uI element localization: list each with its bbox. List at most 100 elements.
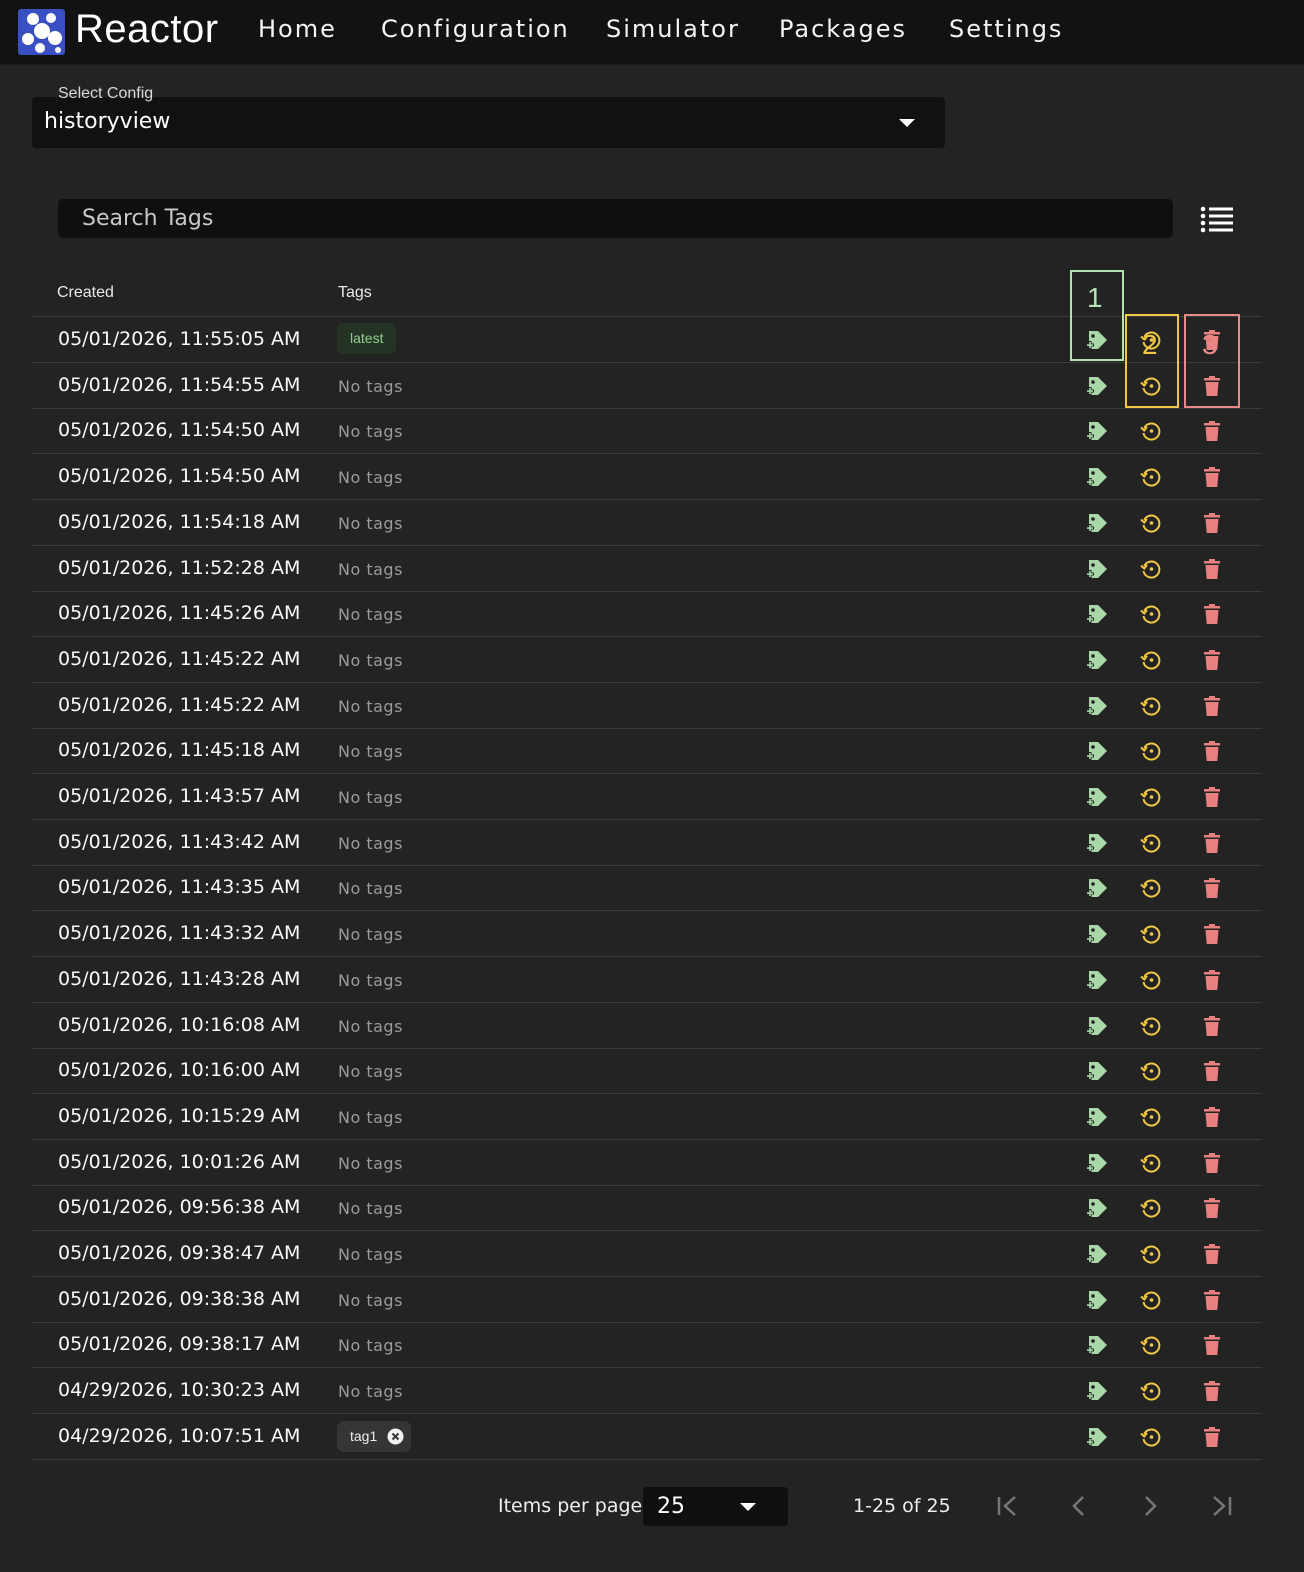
delete-icon[interactable] — [1200, 694, 1224, 718]
config-select[interactable]: Select Config historyview — [32, 85, 945, 148]
search-tags-field[interactable] — [58, 199, 1173, 238]
restore-icon[interactable] — [1139, 694, 1163, 718]
delete-icon[interactable] — [1200, 1425, 1224, 1449]
created-date: 05/01/2026, 10:16:08 AM — [58, 1013, 301, 1036]
restore-icon[interactable] — [1139, 1242, 1163, 1266]
add-tag-icon[interactable] — [1085, 1196, 1109, 1220]
delete-icon[interactable] — [1200, 419, 1224, 443]
created-date: 05/01/2026, 11:43:32 AM — [58, 922, 301, 945]
restore-icon[interactable] — [1139, 419, 1163, 443]
delete-icon[interactable] — [1200, 1151, 1224, 1175]
nav-settings[interactable]: Settings — [949, 15, 1063, 43]
delete-icon[interactable] — [1200, 1379, 1224, 1403]
remove-tag-icon[interactable] — [387, 1428, 404, 1445]
no-tags-text: No tags — [338, 1199, 403, 1219]
tag-chip[interactable]: tag1 — [337, 1420, 411, 1452]
delete-icon[interactable] — [1200, 876, 1224, 900]
delete-icon[interactable] — [1200, 1014, 1224, 1038]
delete-icon[interactable] — [1200, 1105, 1224, 1129]
tag-chip-latest[interactable]: latest — [337, 323, 397, 354]
delete-icon[interactable] — [1200, 557, 1224, 581]
add-tag-icon[interactable] — [1085, 1151, 1109, 1175]
delete-icon[interactable] — [1200, 1196, 1224, 1220]
nav-packages[interactable]: Packages — [779, 15, 907, 43]
add-tag-icon[interactable] — [1085, 785, 1109, 809]
nav-home[interactable]: Home — [258, 15, 337, 43]
restore-icon[interactable] — [1139, 602, 1163, 626]
restore-icon[interactable] — [1139, 1014, 1163, 1038]
add-tag-icon[interactable] — [1085, 968, 1109, 992]
add-tag-icon[interactable] — [1085, 557, 1109, 581]
restore-icon[interactable] — [1139, 1151, 1163, 1175]
add-tag-icon[interactable] — [1085, 511, 1109, 535]
highlight-label-1: 1 — [1087, 282, 1103, 313]
add-tag-icon[interactable] — [1085, 922, 1109, 946]
next-page-icon[interactable] — [1135, 1491, 1165, 1521]
restore-icon[interactable] — [1139, 1105, 1163, 1129]
reactor-logo-icon[interactable] — [18, 9, 65, 55]
delete-icon[interactable] — [1200, 968, 1224, 992]
add-tag-icon[interactable] — [1085, 694, 1109, 718]
restore-icon[interactable] — [1139, 1196, 1163, 1220]
delete-icon[interactable] — [1200, 785, 1224, 809]
delete-icon[interactable] — [1200, 465, 1224, 489]
first-page-icon[interactable] — [993, 1491, 1023, 1521]
add-tag-icon[interactable] — [1085, 739, 1109, 763]
add-tag-icon[interactable] — [1085, 465, 1109, 489]
delete-icon[interactable] — [1200, 602, 1224, 626]
add-tag-icon[interactable] — [1085, 648, 1109, 672]
delete-icon[interactable] — [1200, 739, 1224, 763]
search-tags-input[interactable] — [58, 199, 1173, 238]
restore-icon[interactable] — [1139, 1059, 1163, 1083]
restore-icon[interactable] — [1139, 739, 1163, 763]
no-tags-text: No tags — [338, 788, 403, 807]
restore-icon[interactable] — [1139, 511, 1163, 535]
add-tag-icon[interactable] — [1085, 1288, 1109, 1312]
previous-page-icon[interactable] — [1064, 1491, 1094, 1521]
delete-icon[interactable] — [1200, 922, 1224, 946]
add-tag-icon[interactable] — [1085, 1242, 1109, 1266]
add-tag-icon[interactable] — [1085, 1014, 1109, 1038]
last-page-icon[interactable] — [1206, 1491, 1236, 1521]
nav-configuration[interactable]: Configuration — [381, 15, 570, 43]
add-tag-icon[interactable] — [1085, 374, 1109, 398]
no-tags-text: No tags — [338, 559, 403, 579]
add-tag-icon[interactable] — [1085, 876, 1109, 900]
delete-icon[interactable] — [1200, 511, 1224, 535]
restore-icon[interactable] — [1139, 1288, 1163, 1312]
restore-icon[interactable] — [1139, 648, 1163, 672]
column-header-created[interactable]: Created — [57, 284, 114, 302]
add-tag-icon[interactable] — [1085, 1059, 1109, 1083]
add-tag-icon[interactable] — [1085, 602, 1109, 626]
restore-icon[interactable] — [1139, 1333, 1163, 1357]
restore-icon[interactable] — [1139, 922, 1163, 946]
no-tags-text: No tags — [338, 925, 403, 945]
items-per-page-select[interactable]: 25 — [643, 1487, 788, 1526]
delete-icon[interactable] — [1200, 1059, 1224, 1083]
restore-icon[interactable] — [1139, 1425, 1163, 1449]
add-tag-icon[interactable] — [1085, 1425, 1109, 1449]
add-tag-icon[interactable] — [1085, 1105, 1109, 1129]
delete-icon[interactable] — [1200, 1242, 1224, 1266]
delete-icon[interactable] — [1200, 1333, 1224, 1357]
restore-icon[interactable] — [1139, 876, 1163, 900]
top-bar: Reactor Home Configuration Simulator Pac… — [0, 0, 1304, 65]
add-tag-icon[interactable] — [1085, 419, 1109, 443]
brand-title[interactable]: Reactor — [75, 7, 219, 52]
restore-icon[interactable] — [1139, 831, 1163, 855]
restore-icon[interactable] — [1139, 1379, 1163, 1403]
restore-icon[interactable] — [1139, 785, 1163, 809]
restore-icon[interactable] — [1139, 465, 1163, 489]
highlight-label-2: 2 — [1142, 329, 1158, 360]
created-date: 05/01/2026, 11:45:18 AM — [58, 739, 301, 762]
delete-icon[interactable] — [1200, 648, 1224, 672]
list-view-icon[interactable] — [1199, 203, 1235, 235]
delete-icon[interactable] — [1200, 1288, 1224, 1312]
add-tag-icon[interactable] — [1085, 1379, 1109, 1403]
add-tag-icon[interactable] — [1085, 831, 1109, 855]
add-tag-icon[interactable] — [1085, 1333, 1109, 1357]
restore-icon[interactable] — [1139, 557, 1163, 581]
nav-simulator[interactable]: Simulator — [606, 15, 740, 43]
delete-icon[interactable] — [1200, 831, 1224, 855]
restore-icon[interactable] — [1139, 968, 1163, 992]
